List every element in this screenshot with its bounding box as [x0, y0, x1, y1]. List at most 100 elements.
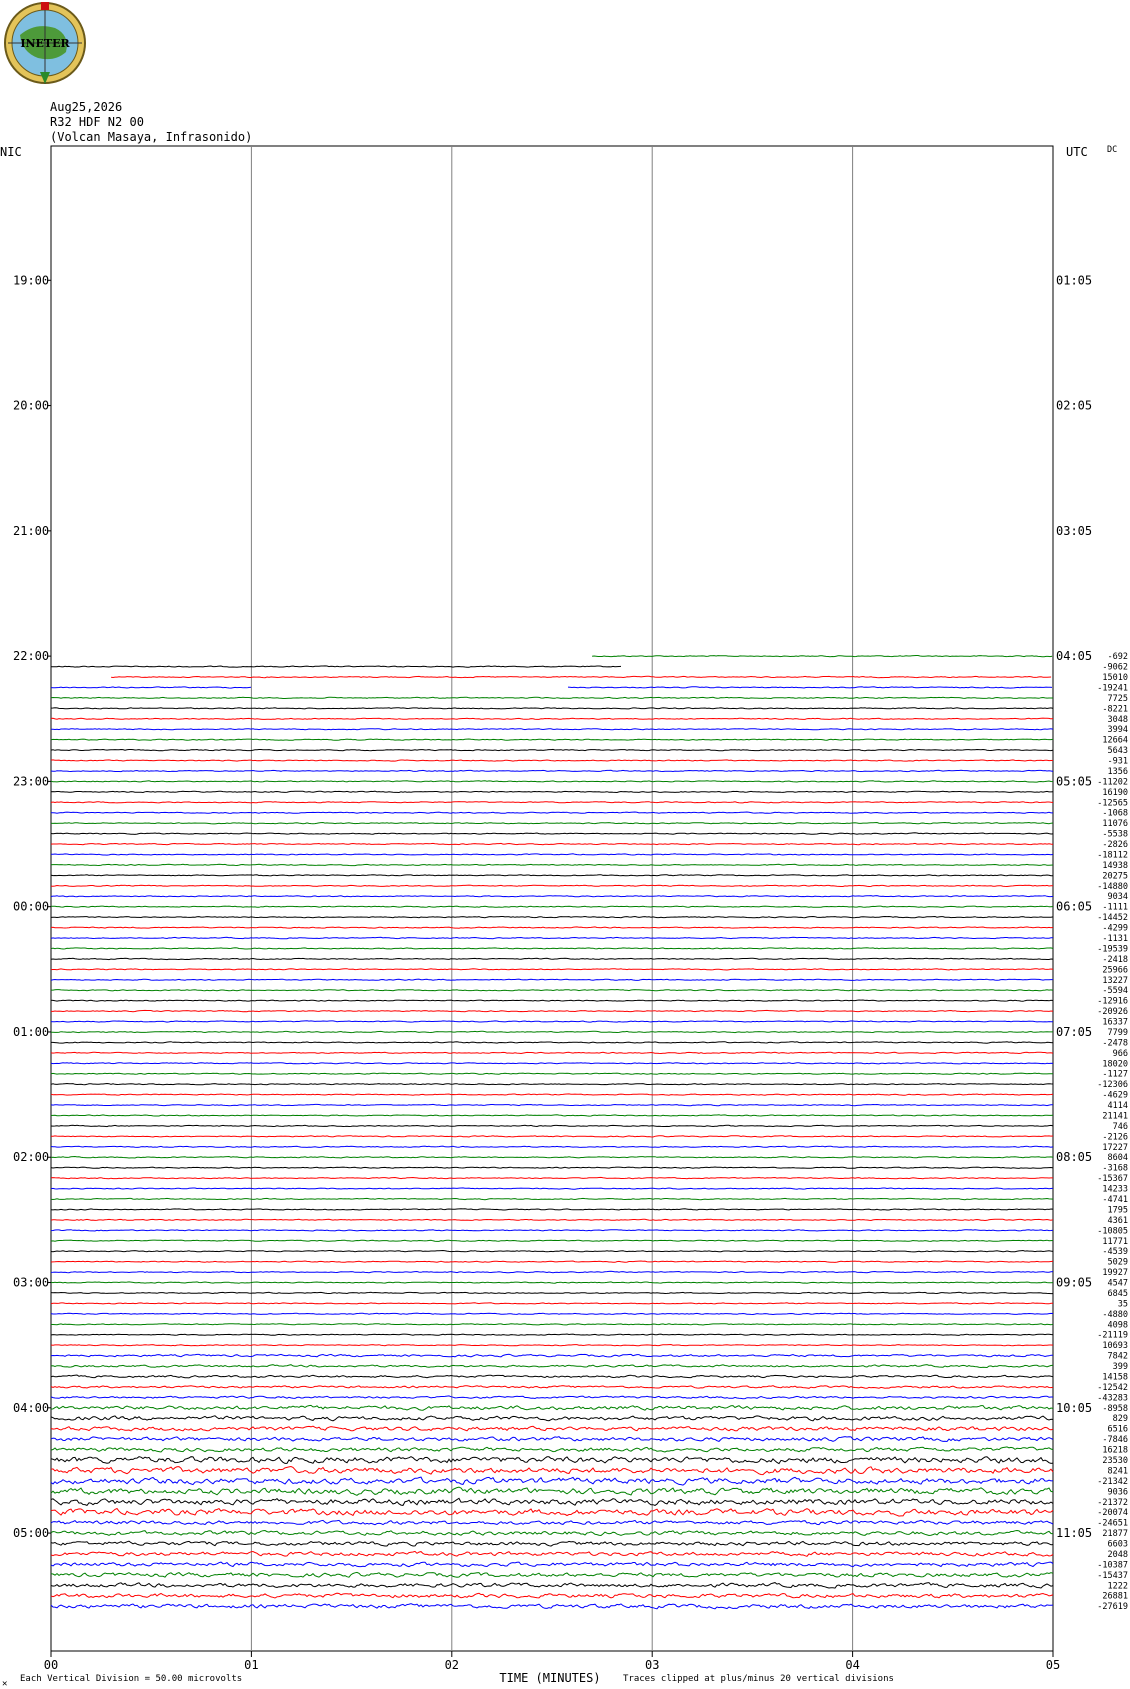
traces: [50, 655, 1054, 1610]
trace-line: [50, 1497, 1054, 1507]
dc-value: 4114: [1108, 1101, 1128, 1111]
dc-value: 1795: [1108, 1205, 1128, 1215]
trace-line: [50, 1603, 1054, 1610]
trace-line: [50, 905, 1054, 908]
dc-value: 10693: [1102, 1341, 1128, 1351]
trace-line: [50, 1476, 1054, 1486]
trace-line: [50, 895, 1054, 898]
trace-line: [50, 1051, 1054, 1055]
time-label-right: 05:05: [1056, 774, 1092, 788]
grid-lines: 00 01 02 03 04 05: [44, 145, 1060, 1672]
trace-line: [50, 1082, 1054, 1086]
trace-line: [50, 1176, 1053, 1180]
dc-value: 7799: [1108, 1028, 1128, 1038]
trace-line: [50, 1239, 1054, 1242]
trace-line: [50, 738, 1054, 741]
dc-value: -2826: [1102, 840, 1128, 850]
dc-value: -21342: [1097, 1477, 1128, 1487]
x-tick-label: 04: [845, 1658, 859, 1672]
trace-line: [50, 1385, 1054, 1389]
trace-line: [50, 821, 1054, 825]
trace-line: [50, 1353, 1053, 1358]
dc-value: -8221: [1102, 704, 1128, 714]
trace-line: [50, 1374, 1054, 1379]
dc-value: 9036: [1108, 1487, 1128, 1497]
dc-value: -21119: [1097, 1331, 1128, 1341]
dc-value: -1127: [1102, 1070, 1128, 1080]
dc-value: 18020: [1102, 1059, 1128, 1069]
dc-value: 23530: [1102, 1456, 1128, 1466]
dc-value: -12916: [1097, 997, 1128, 1007]
helicorder-plot: 00 01 02 03 04 05 NIC UTC DC TIME (MINUTES) E…: [0, 145, 1128, 1689]
dc-value: -15367: [1097, 1174, 1128, 1184]
dc-value: 6603: [1108, 1540, 1128, 1550]
dc-value: 5643: [1108, 746, 1128, 756]
dc-value: 1222: [1108, 1581, 1128, 1591]
dc-value: 21877: [1102, 1529, 1128, 1539]
dc-value: 3994: [1108, 725, 1128, 735]
trace-line: [50, 780, 1054, 783]
dc-value: 4361: [1108, 1216, 1128, 1226]
time-label-right: 03:05: [1056, 524, 1092, 538]
time-label-left: 02:00: [13, 1150, 49, 1164]
dc-value: -15437: [1097, 1571, 1128, 1581]
dc-value: 399: [1113, 1362, 1128, 1372]
dc-value: -14880: [1097, 882, 1128, 892]
dc-value: 26881: [1102, 1592, 1128, 1602]
dc-value: 9034: [1108, 892, 1128, 902]
trace-line: [50, 1364, 1054, 1369]
trace-line: [50, 1135, 1054, 1138]
trace-line: [50, 1456, 1054, 1465]
x-tick-label: 02: [445, 1658, 459, 1672]
dc-value: -9062: [1102, 663, 1128, 673]
dc-value: 20275: [1102, 871, 1128, 881]
dc-value: -4629: [1102, 1091, 1128, 1101]
time-label-left: 00:00: [13, 900, 49, 914]
dc-value: 17227: [1102, 1143, 1128, 1153]
trace-line: [51, 1030, 1053, 1034]
dc-value: -43283: [1097, 1393, 1128, 1403]
time-label-right: 11:05: [1056, 1526, 1092, 1540]
dc-value: 6845: [1108, 1289, 1128, 1299]
trace-line: [50, 1103, 1054, 1107]
trace-line: [50, 748, 1054, 752]
trace-line: [50, 1145, 1054, 1148]
time-label-right: 10:05: [1056, 1401, 1092, 1415]
dc-value: -12542: [1097, 1383, 1128, 1393]
dc-value: 6516: [1108, 1425, 1128, 1435]
dc-value: -20926: [1097, 1007, 1128, 1017]
trace-line: [50, 968, 1054, 971]
dc-label: DC: [1107, 145, 1117, 155]
trace-line: [50, 790, 1054, 794]
dc-value: -10805: [1097, 1226, 1128, 1236]
dc-value: -5594: [1102, 986, 1128, 996]
dc-value: -3168: [1102, 1164, 1128, 1174]
dc-value: 13227: [1102, 976, 1128, 986]
dc-value: -4299: [1102, 924, 1128, 934]
dc-value: 16190: [1102, 788, 1128, 798]
trace-line: [50, 999, 1054, 1002]
dc-value: -19539: [1097, 944, 1128, 954]
trace-line: [50, 1507, 1054, 1517]
trace-line: [50, 1323, 1054, 1326]
trace-line: [51, 853, 1054, 856]
x-tick-label: 03: [645, 1658, 659, 1672]
trace-line: [51, 1009, 1054, 1013]
dc-value: -11202: [1097, 777, 1128, 787]
time-label-right: 09:05: [1056, 1276, 1092, 1290]
dc-value: -7846: [1102, 1435, 1128, 1445]
time-label-right: 04:05: [1056, 649, 1092, 663]
trace-line: [50, 686, 252, 689]
trace-line: [50, 1395, 1053, 1400]
dc-value: -24651: [1097, 1519, 1128, 1529]
trace-line: [50, 1072, 1053, 1075]
trace-line: [50, 1208, 1054, 1211]
time-label-right: 06:05: [1056, 900, 1092, 914]
trace-line: [50, 1270, 1054, 1274]
dc-value: 746: [1113, 1122, 1128, 1132]
dc-value: -27619: [1097, 1602, 1128, 1612]
dc-value: 5029: [1108, 1258, 1128, 1268]
trace-line: [50, 1155, 1054, 1159]
dc-value: -1068: [1102, 809, 1128, 819]
x-tick-label: 00: [44, 1658, 58, 1672]
